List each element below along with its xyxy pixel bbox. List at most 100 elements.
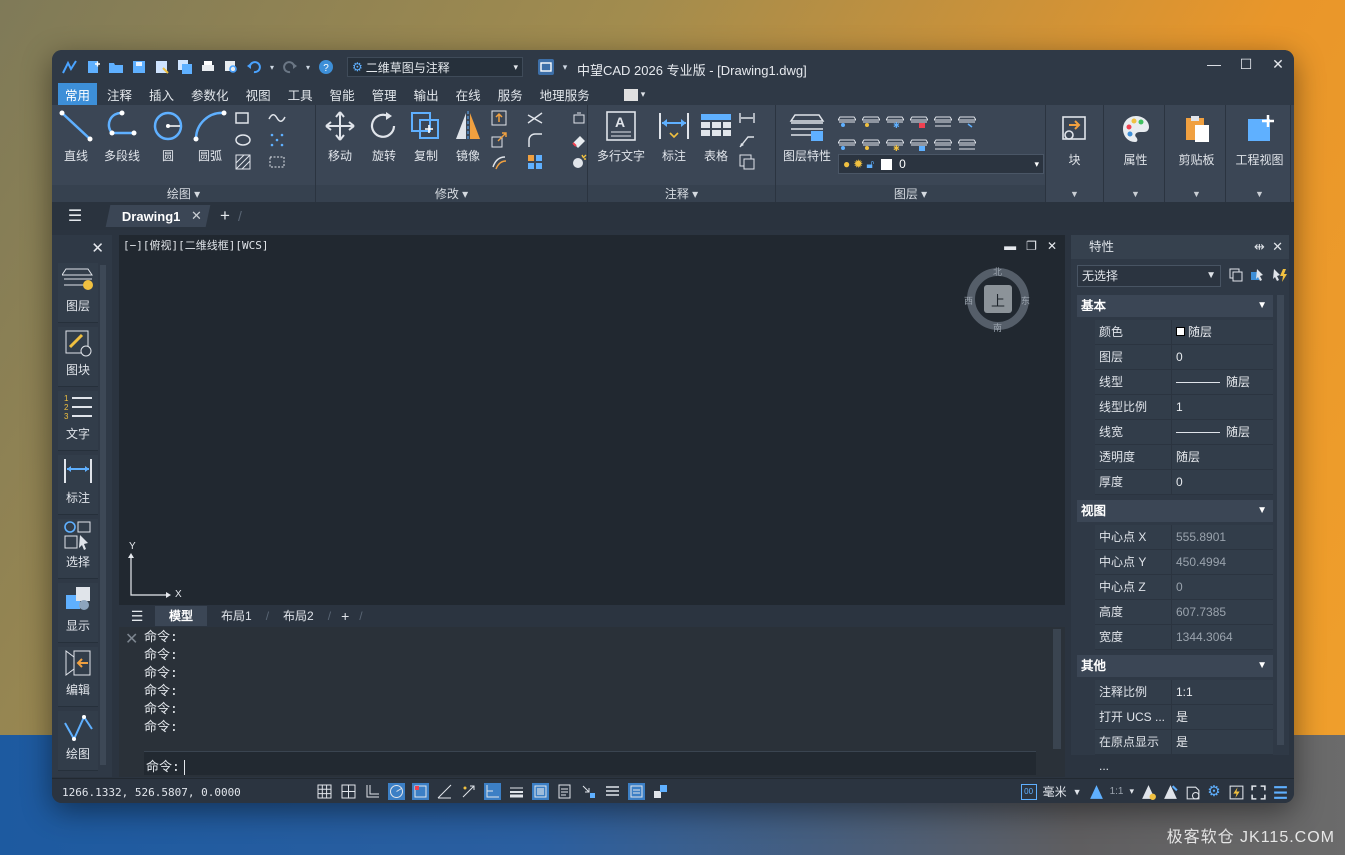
app-logo-icon[interactable] — [62, 59, 78, 75]
section-misc[interactable]: 其他 ▼ — [1077, 655, 1273, 677]
section-basic[interactable]: 基本 ▼ — [1077, 295, 1273, 317]
units-icon[interactable]: 00 — [1020, 783, 1037, 800]
grid-icon[interactable] — [316, 783, 333, 800]
tab-parametric[interactable]: 参数化 — [184, 83, 236, 106]
selection-dropdown[interactable]: 无选择 ▼ — [1077, 265, 1221, 287]
lineweight-icon[interactable] — [508, 783, 525, 800]
command-scrollbar[interactable] — [1053, 629, 1061, 749]
settings-gear-icon[interactable]: ⚙ — [1206, 783, 1222, 800]
ellipse-icon[interactable] — [234, 131, 252, 149]
palette-draw[interactable]: 绘图 — [58, 711, 98, 771]
drawing-canvas[interactable]: [−][俯视][二维线框][WCS] ▬ ❐ ✕ 上 北 南 东 西 Y X — [119, 235, 1065, 605]
autohide-icon[interactable]: ⇹ — [1254, 239, 1265, 254]
layer-on-icon[interactable] — [861, 134, 881, 152]
tab-layout1[interactable]: 布局1 — [207, 606, 266, 626]
leader-icon[interactable] — [738, 131, 756, 149]
palette-dimension[interactable]: 标注 — [58, 455, 98, 515]
layer-thaw-icon[interactable]: ✱ — [885, 134, 905, 153]
save-as-icon[interactable] — [154, 59, 170, 75]
prop-row[interactable]: 图层 0 — [1095, 345, 1273, 370]
tab-geo-services[interactable]: 地理服务 — [533, 83, 597, 106]
prop-row[interactable]: 高度 607.7385 — [1095, 600, 1273, 625]
hamburger-menu-icon[interactable]: ☰ — [52, 206, 98, 226]
palette-select[interactable]: 选择 — [58, 519, 98, 579]
prop-row[interactable]: 中心点 Y 450.4994 — [1095, 550, 1273, 575]
prop-row[interactable]: 线型比例 1 — [1095, 395, 1273, 420]
array-icon[interactable] — [526, 153, 544, 171]
move-button[interactable]: 移动 — [318, 109, 362, 164]
prop-row[interactable]: 打开 UCS ... 是 — [1095, 705, 1273, 730]
rectangle-icon[interactable] — [234, 109, 252, 127]
auto-scale-icon[interactable] — [1162, 784, 1178, 800]
viewport-close-icon[interactable]: ✕ — [1047, 239, 1057, 253]
close-palette-icon[interactable]: ✕ — [91, 239, 104, 257]
properties-scrollbar[interactable] — [1277, 295, 1284, 745]
viewport-controls-label[interactable]: [−][俯视][二维线框][WCS] — [123, 237, 268, 253]
spline-icon[interactable] — [268, 109, 286, 127]
properties-button[interactable]: 属性 ▼ — [1107, 105, 1165, 202]
layer-unlock-icon[interactable] — [909, 134, 929, 152]
viewcube-south[interactable]: 南 — [993, 321, 1002, 334]
viewport-restore-icon[interactable]: ❐ — [1026, 239, 1037, 253]
ribbon-options-icon[interactable]: ▾ — [641, 89, 646, 100]
open-file-icon[interactable] — [108, 59, 124, 75]
mirror-button[interactable]: 镜像 — [446, 109, 490, 164]
model-space-icon[interactable] — [628, 783, 645, 800]
prop-row[interactable]: 透明度 随层 — [1095, 445, 1273, 470]
new-file-icon[interactable] — [85, 59, 101, 75]
workspace-select[interactable]: ⚙ 二维草图与注释 ▾ — [347, 57, 523, 77]
osnap-icon[interactable] — [412, 783, 429, 800]
maximize-button[interactable]: ☐ — [1238, 56, 1254, 72]
tab-manage[interactable]: 管理 — [365, 83, 404, 106]
command-line-input[interactable]: 命令: — [144, 751, 1036, 775]
tab-online[interactable]: 在线 — [449, 83, 488, 106]
viewcube-west[interactable]: 西 — [964, 294, 973, 307]
selection-cycling-icon[interactable] — [580, 783, 597, 800]
annotation-scale-value[interactable]: 1:1 — [1110, 786, 1124, 797]
undo-icon[interactable] — [246, 59, 262, 75]
hatch-icon[interactable] — [234, 153, 252, 171]
prop-row[interactable]: 宽度 1344.3064 — [1095, 625, 1273, 650]
layer-delete-icon[interactable] — [957, 134, 977, 152]
prop-row[interactable]: 在原点显示 ... 是 — [1095, 730, 1273, 773]
polyline-button[interactable]: 多段线 — [100, 109, 144, 164]
annotation-visibility-icon[interactable] — [1140, 784, 1156, 800]
tab-output[interactable]: 输出 — [407, 83, 446, 106]
annotation-monitor-icon[interactable] — [604, 783, 621, 800]
panel-draw-title[interactable]: 绘图 ▾ — [52, 185, 315, 202]
erase-icon[interactable] — [570, 109, 588, 127]
region-icon[interactable] — [268, 153, 286, 171]
customize-dropdown-icon[interactable]: ▾ — [561, 59, 569, 75]
rotate-button[interactable]: 旋转 — [362, 109, 406, 164]
viewcube-top-face[interactable]: 上 — [991, 291, 1005, 311]
layer-unisolate-icon[interactable] — [861, 111, 881, 129]
prop-row[interactable]: 注释比例 1:1 — [1095, 680, 1273, 705]
workspace-switch-icon[interactable] — [1184, 784, 1200, 800]
palette-display[interactable]: 显示 — [58, 583, 98, 643]
palette-edit[interactable]: 编辑 — [58, 647, 98, 707]
projview-button[interactable]: 工程视图 ▼ — [1229, 105, 1291, 202]
panel-annotate-title[interactable]: 注释 ▾ — [588, 185, 775, 202]
tab-home[interactable]: 常用 — [58, 83, 98, 106]
viewcube[interactable]: 上 北 南 东 西 — [964, 267, 1030, 334]
viewport-minimize-icon[interactable]: ▬ — [1004, 239, 1016, 253]
circle-button[interactable]: 圆 — [146, 109, 190, 164]
block-button[interactable]: 块 ▼ — [1046, 105, 1104, 202]
layer-merge-icon[interactable] — [933, 134, 953, 152]
units-selector[interactable]: 毫米 — [1043, 783, 1067, 800]
print-icon[interactable] — [200, 59, 216, 75]
viewcube-east[interactable]: 东 — [1021, 294, 1030, 307]
minimize-button[interactable]: — — [1206, 56, 1222, 72]
offset-icon[interactable] — [490, 153, 508, 171]
trim-icon[interactable] — [526, 109, 544, 127]
redo-icon[interactable] — [282, 59, 298, 75]
tab-view[interactable]: 视图 — [239, 83, 278, 106]
dynamic-ucs-icon[interactable] — [484, 783, 501, 800]
add-layout-button[interactable]: + — [331, 606, 359, 626]
line-button[interactable]: 直线 — [54, 109, 98, 164]
explode-icon[interactable] — [570, 153, 588, 171]
layout-menu-icon[interactable]: ☰ — [119, 608, 155, 625]
hardware-accel-icon[interactable] — [1228, 784, 1244, 800]
ortho-icon[interactable] — [364, 783, 381, 800]
layer-off-icon[interactable] — [837, 134, 857, 152]
